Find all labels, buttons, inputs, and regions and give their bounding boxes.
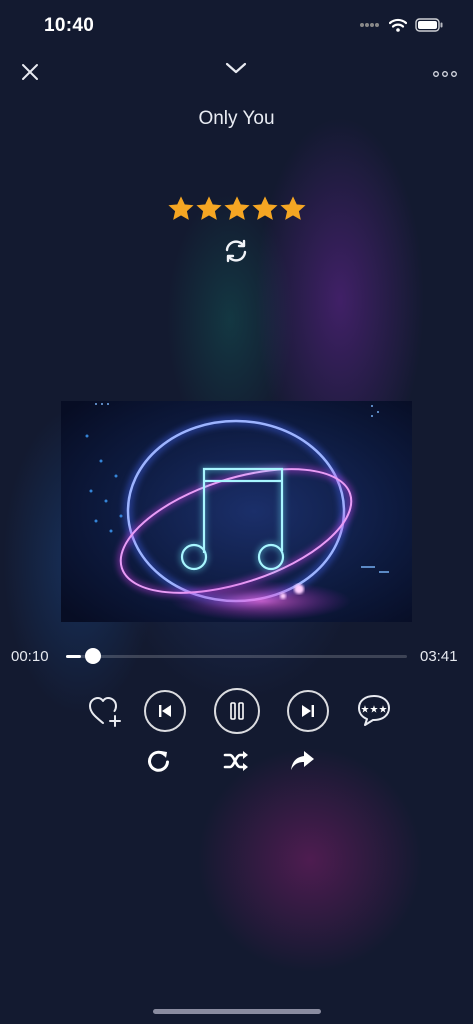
shuffle-icon (223, 751, 248, 771)
shuffle-button[interactable] (221, 746, 251, 776)
battery-icon (415, 18, 443, 32)
repeat-icon (148, 750, 169, 772)
home-indicator[interactable] (153, 1009, 321, 1014)
song-title: Only You (198, 108, 275, 129)
pause-button[interactable] (214, 688, 260, 734)
repeat-button[interactable] (144, 746, 174, 776)
more-options-button[interactable] (428, 64, 462, 84)
previous-button[interactable] (144, 690, 186, 732)
comments-button[interactable]: ★★★ (355, 691, 393, 729)
album-artwork (61, 401, 412, 622)
star-icon[interactable] (195, 196, 222, 222)
add-favorite-icon (89, 697, 121, 727)
star-icon[interactable] (251, 196, 278, 222)
close-icon (22, 64, 38, 80)
rating-stars[interactable] (0, 196, 473, 222)
progress-fill (66, 655, 82, 658)
progress-thumb[interactable] (85, 648, 102, 664)
share-icon (291, 751, 314, 770)
star-icon[interactable] (223, 196, 250, 222)
svg-text:★★★: ★★★ (361, 705, 388, 716)
elapsed-time: 00:10 (11, 648, 49, 665)
signal-dots-icon (360, 23, 379, 27)
comments-icon: ★★★ (358, 695, 390, 726)
more-options-icon (433, 71, 457, 77)
sync-icon (225, 239, 247, 263)
previous-icon (159, 705, 171, 717)
status-icons (359, 18, 443, 32)
pause-icon (230, 702, 244, 720)
add-favorite-button[interactable] (86, 692, 124, 730)
progress-track[interactable] (66, 655, 407, 658)
total-duration: 03:41 (420, 648, 458, 665)
star-icon[interactable] (279, 196, 306, 222)
sync-button[interactable] (220, 235, 252, 267)
close-button[interactable] (14, 56, 46, 88)
chevron-down-icon (225, 62, 247, 74)
status-time: 10:40 (44, 15, 95, 36)
share-button[interactable] (287, 746, 317, 776)
collapse-button[interactable] (220, 54, 252, 82)
next-button[interactable] (287, 690, 329, 732)
wifi-icon (389, 18, 407, 32)
next-icon (302, 705, 314, 717)
star-icon[interactable] (167, 196, 194, 222)
music-note-artwork (61, 401, 412, 622)
